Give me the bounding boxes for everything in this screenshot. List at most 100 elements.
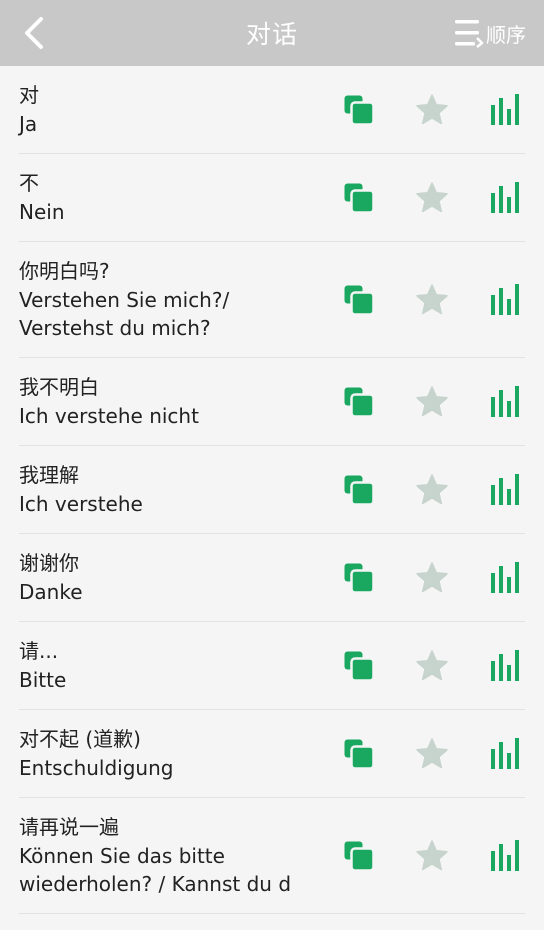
phrase-german: Ja: [19, 112, 38, 136]
phrase-row[interactable]: 你明白吗? Verstehen Sie mich?/ Verstehst du …: [19, 242, 525, 358]
copy-button[interactable]: [339, 558, 379, 598]
phrase-chinese: 对不起 (道歉): [19, 727, 141, 751]
phrase-actions: [339, 558, 525, 598]
stats-button[interactable]: [485, 382, 525, 422]
stats-button[interactable]: [485, 178, 525, 218]
copy-button[interactable]: [339, 382, 379, 422]
phrase-german: Ich verstehe nicht: [19, 404, 199, 428]
star-icon: [416, 283, 448, 314]
favorite-button[interactable]: [412, 178, 452, 218]
phrase-actions: [339, 382, 525, 422]
stats-button[interactable]: [485, 470, 525, 510]
phrase-chinese: 对: [19, 83, 39, 107]
star-icon: [416, 839, 448, 870]
phrase-german: Können Sie das bitte wiederholen? / Kann…: [19, 844, 292, 896]
phrase-actions: [339, 734, 525, 774]
copy-icon: [344, 739, 375, 770]
phrase-chinese: 谢谢你: [19, 551, 79, 575]
phrase-german: Entschuldigung: [19, 756, 174, 780]
copy-button[interactable]: [339, 836, 379, 876]
phrase-texts: 对不起 (道歉) Entschuldigung: [19, 710, 339, 797]
copy-button[interactable]: [339, 178, 379, 218]
phrase-row[interactable]: 谢谢你 Danke: [19, 534, 525, 622]
favorite-button[interactable]: [412, 90, 452, 130]
phrase-chinese: 我不明白: [19, 375, 99, 399]
stats-button[interactable]: [485, 646, 525, 686]
phrase-chinese: 请...: [19, 639, 59, 663]
phrase-texts: 对 Ja: [19, 66, 339, 153]
favorite-button[interactable]: [412, 382, 452, 422]
favorite-button[interactable]: [412, 558, 452, 598]
stats-button[interactable]: [485, 836, 525, 876]
phrase-row[interactable]: 我理解 Ich verstehe: [19, 446, 525, 534]
sort-icon: [455, 20, 484, 48]
phrase-row[interactable]: 请再说一遍 Können Sie das bitte wiederholen? …: [19, 798, 525, 914]
page-title: 对话: [245, 20, 298, 49]
order-button[interactable]: 顺序: [453, 14, 526, 52]
star-icon: [416, 181, 448, 212]
phrase-texts: 请再说一遍 Können Sie das bitte wiederholen? …: [19, 798, 339, 913]
star-icon: [416, 473, 448, 504]
bar-chart-icon: [491, 181, 519, 213]
bar-chart-icon: [491, 473, 519, 505]
phrase-actions: [339, 646, 525, 686]
bar-chart-icon: [491, 283, 519, 315]
bar-chart-icon: [491, 561, 519, 593]
phrase-row[interactable]: 对 Ja: [19, 66, 525, 154]
copy-icon: [344, 563, 375, 594]
phrase-chinese: 我理解: [19, 463, 79, 487]
favorite-button[interactable]: [412, 646, 452, 686]
phrase-german: Nein: [19, 200, 65, 224]
phrase-chinese: 请再说一遍: [19, 815, 119, 839]
copy-icon: [344, 475, 375, 506]
phrase-texts: 谢谢你 Danke: [19, 534, 339, 621]
copy-icon: [344, 183, 375, 214]
phrase-list: 对 Ja 不 Nein 你明白吗? Verstehen Sie mich?/ V…: [0, 66, 544, 914]
phrase-actions: [339, 470, 525, 510]
stats-button[interactable]: [485, 280, 525, 320]
stats-button[interactable]: [485, 734, 525, 774]
chevron-left-icon: [25, 17, 43, 49]
star-icon: [416, 93, 448, 124]
copy-button[interactable]: [339, 90, 379, 130]
favorite-button[interactable]: [412, 470, 452, 510]
phrase-german: Bitte: [19, 668, 67, 692]
bar-chart-icon: [491, 737, 519, 769]
back-button[interactable]: [14, 13, 54, 53]
copy-button[interactable]: [339, 734, 379, 774]
phrase-row[interactable]: 请... Bitte: [19, 622, 525, 710]
star-icon: [416, 561, 448, 592]
star-icon: [416, 649, 448, 680]
phrase-german: Ich verstehe: [19, 492, 143, 516]
copy-button[interactable]: [339, 646, 379, 686]
copy-icon: [344, 387, 375, 418]
phrase-texts: 你明白吗? Verstehen Sie mich?/ Verstehst du …: [19, 242, 339, 357]
phrase-actions: [339, 836, 525, 876]
phrase-row[interactable]: 对不起 (道歉) Entschuldigung: [19, 710, 525, 798]
favorite-button[interactable]: [412, 836, 452, 876]
phrase-row[interactable]: 不 Nein: [19, 154, 525, 242]
phrase-actions: [339, 90, 525, 130]
copy-button[interactable]: [339, 280, 379, 320]
order-label: 顺序: [486, 22, 526, 47]
phrase-chinese: 你明白吗?: [19, 259, 110, 283]
bar-chart-icon: [491, 839, 519, 871]
phrase-row[interactable]: 我不明白 Ich verstehe nicht: [19, 358, 525, 446]
phrase-actions: [339, 178, 525, 218]
copy-button[interactable]: [339, 470, 379, 510]
phrase-texts: 请... Bitte: [19, 622, 339, 709]
star-icon: [416, 737, 448, 768]
copy-icon: [344, 285, 375, 316]
copy-icon: [344, 841, 375, 872]
copy-icon: [344, 95, 375, 126]
top-bar: 对话 顺序: [0, 0, 544, 66]
copy-icon: [344, 651, 375, 682]
phrase-actions: [339, 280, 525, 320]
favorite-button[interactable]: [412, 280, 452, 320]
favorite-button[interactable]: [412, 734, 452, 774]
bar-chart-icon: [491, 385, 519, 417]
stats-button[interactable]: [485, 90, 525, 130]
stats-button[interactable]: [485, 558, 525, 598]
phrase-texts: 我理解 Ich verstehe: [19, 446, 339, 533]
phrase-texts: 我不明白 Ich verstehe nicht: [19, 358, 339, 445]
